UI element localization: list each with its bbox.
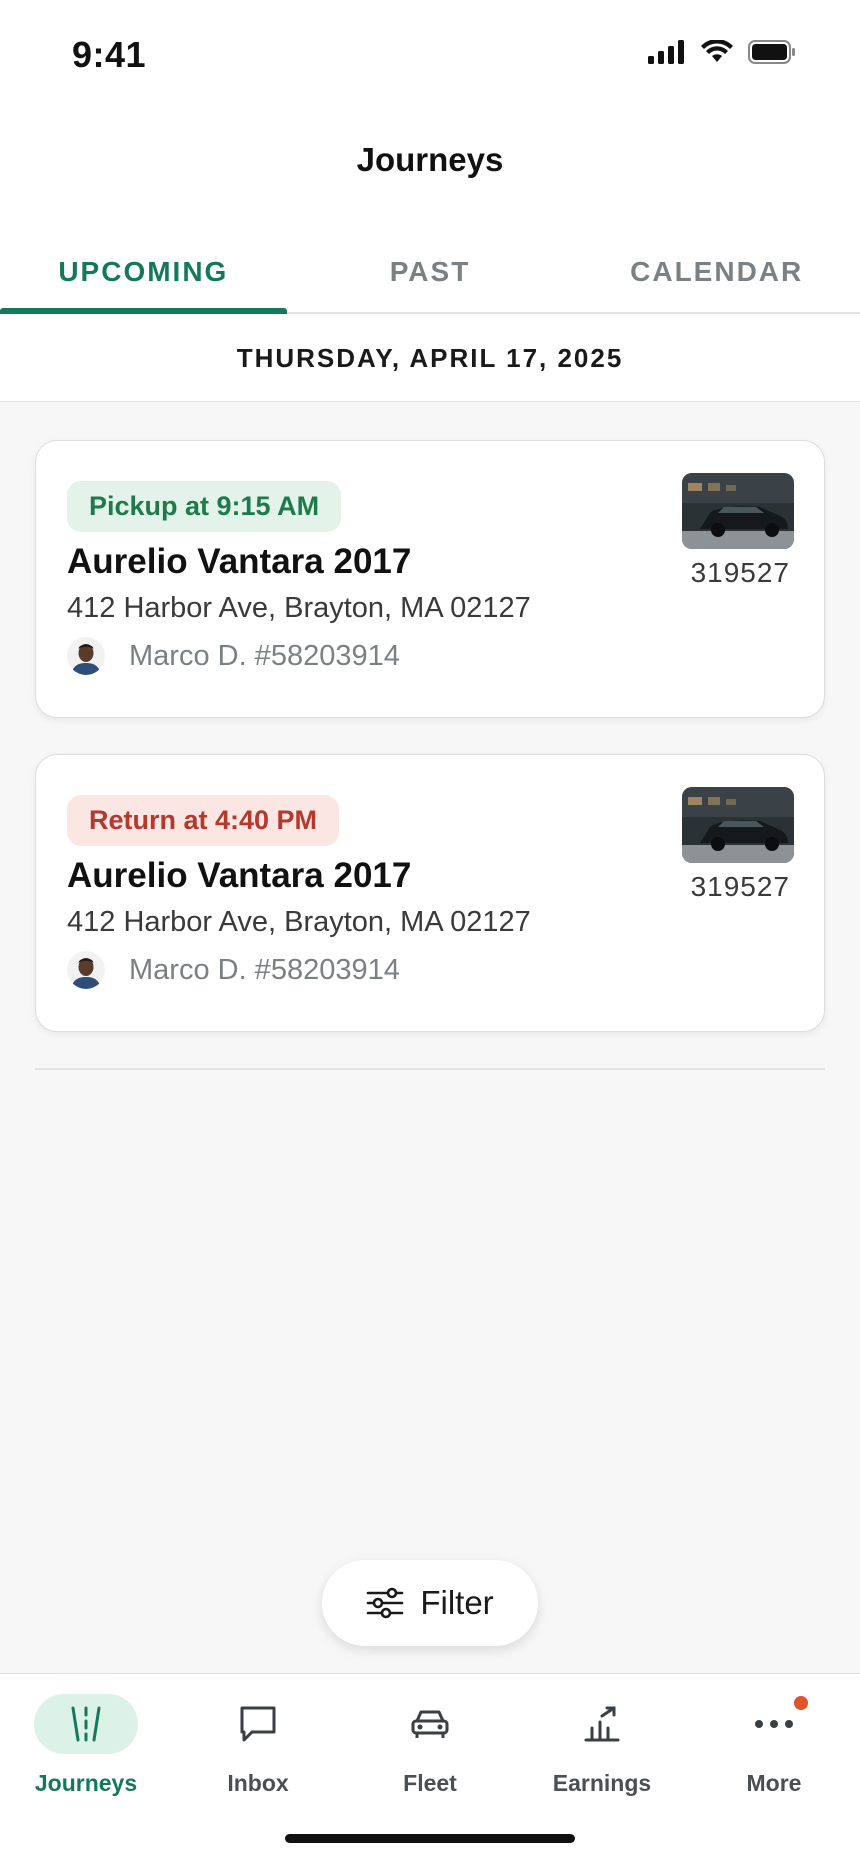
journey-card[interactable]: Pickup at 9:15 AM Aurelio Vantara 2017 4…	[35, 440, 825, 718]
status-icons	[648, 40, 796, 64]
return-time-badge: Return at 4:40 PM	[67, 795, 340, 846]
driver-avatar	[67, 951, 105, 989]
date-header: THURSDAY, APRIL 17, 2025	[0, 314, 860, 402]
pickup-time-badge: Pickup at 9:15 AM	[67, 481, 342, 532]
earnings-chart-icon	[584, 1706, 620, 1742]
vehicle-photo	[682, 473, 794, 549]
nav-label: Inbox	[227, 1770, 289, 1796]
journeys-road-icon	[71, 1706, 101, 1742]
nav-icon-container	[206, 1694, 310, 1754]
nav-label: Earnings	[552, 1770, 652, 1796]
nav-icon-container	[550, 1694, 654, 1754]
more-dots-icon	[755, 1720, 793, 1728]
journey-card[interactable]: Return at 4:40 PM Aurelio Vantara 2017 4…	[35, 754, 825, 1032]
chat-bubble-icon	[240, 1706, 276, 1742]
vehicle-id: 319527	[690, 557, 790, 588]
driver-row: Marco D. #58203914	[67, 637, 794, 675]
car-name: Aurelio Vantara 2017	[67, 542, 412, 581]
nav-icon-container	[34, 1694, 138, 1754]
filter-label: Filter	[420, 1584, 494, 1621]
vehicle-id: 319527	[690, 871, 790, 902]
vehicle-photo	[682, 787, 794, 863]
tab-past[interactable]: PAST	[287, 220, 574, 312]
nav-icon-container	[722, 1694, 826, 1754]
sliders-icon	[367, 1587, 404, 1619]
tab-calendar[interactable]: CALENDAR	[573, 220, 860, 312]
tab-bar: UPCOMING PAST CALENDAR	[0, 220, 860, 314]
car-name: Aurelio Vantara 2017	[67, 856, 412, 895]
signal-icon	[648, 40, 684, 64]
nav-icon-container	[378, 1694, 482, 1754]
battery-icon	[748, 40, 795, 64]
home-indicator[interactable]	[285, 1834, 575, 1843]
notification-dot	[794, 1696, 808, 1710]
tab-upcoming[interactable]: UPCOMING	[0, 220, 287, 314]
status-time: 9:41	[72, 34, 147, 75]
driver-name: Marco D. #58203914	[129, 953, 400, 986]
filter-button[interactable]: Filter	[322, 1560, 538, 1646]
car-icon	[411, 1710, 449, 1738]
nav-more[interactable]: More	[688, 1674, 860, 1864]
nav-label: More	[746, 1770, 802, 1796]
top-section: 9:41 Journeys UPCOMING PAST CALENDAR	[0, 0, 860, 314]
address: 412 Harbor Ave, Brayton, MA 02127	[67, 906, 531, 938]
address: 412 Harbor Ave, Brayton, MA 02127	[67, 592, 531, 624]
journey-list: Pickup at 9:15 AM Aurelio Vantara 2017 4…	[0, 402, 860, 1032]
driver-name: Marco D. #58203914	[129, 639, 400, 672]
driver-row: Marco D. #58203914	[67, 951, 794, 989]
page-title: Journeys	[356, 141, 504, 178]
driver-avatar	[67, 637, 105, 675]
status-bar: 9:41	[0, 0, 860, 110]
wifi-icon	[701, 40, 733, 62]
nav-label: Journeys	[34, 1770, 138, 1796]
nav-journeys[interactable]: Journeys	[0, 1674, 172, 1864]
list-divider	[35, 1068, 825, 1070]
nav-label: Fleet	[403, 1770, 457, 1796]
